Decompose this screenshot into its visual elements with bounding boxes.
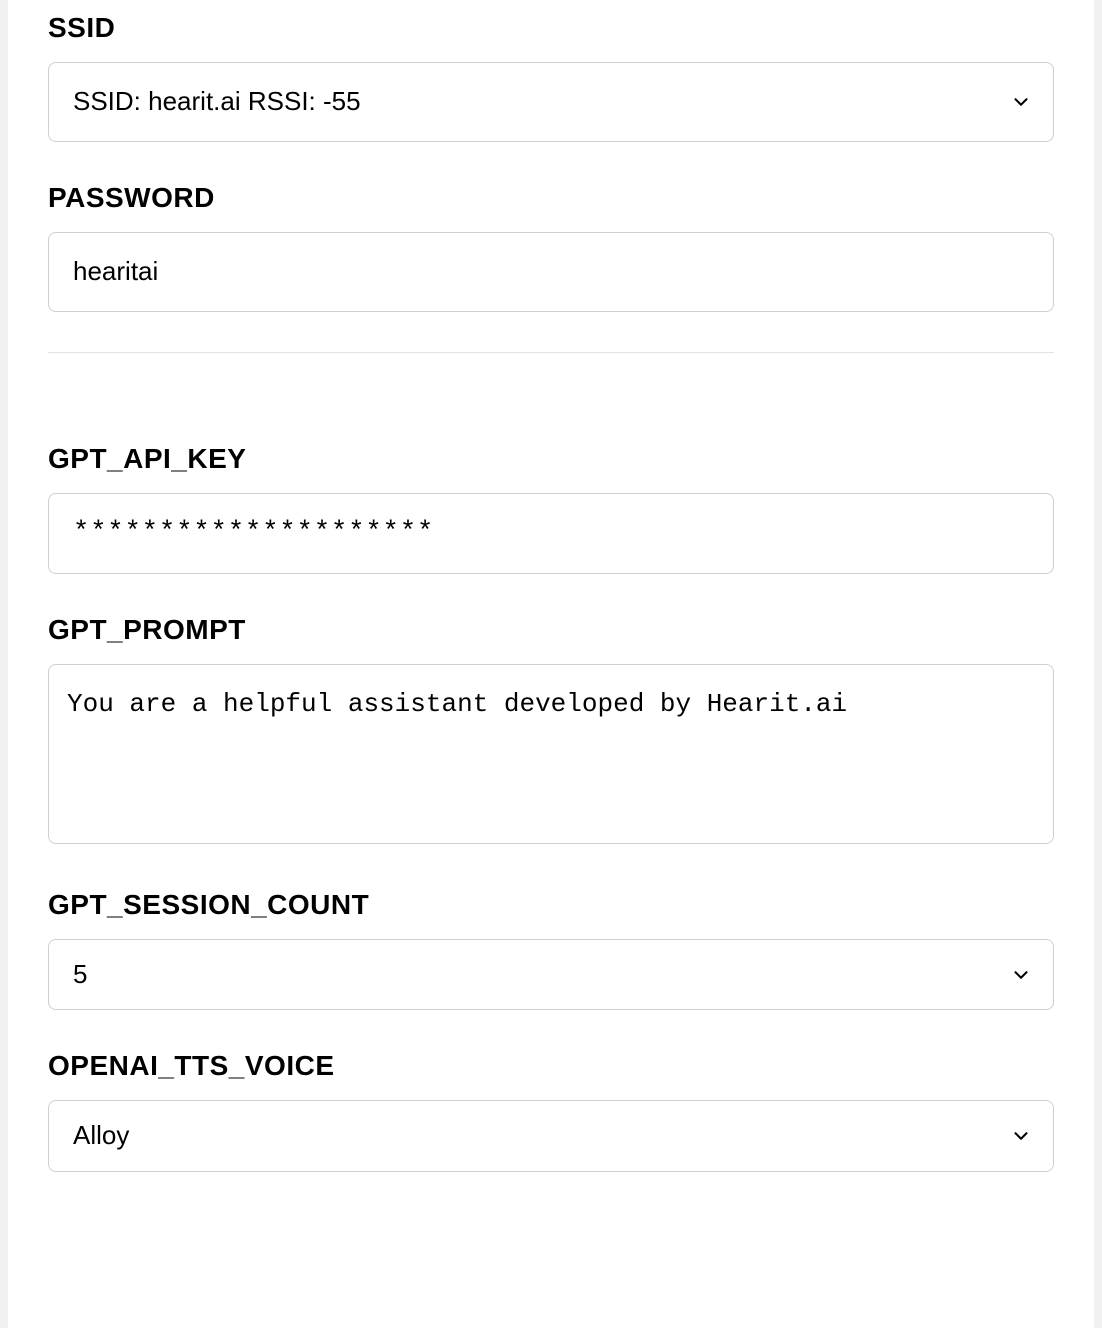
gpt-prompt-group: GPT_PROMPT: [48, 614, 1054, 849]
gpt-prompt-textarea[interactable]: [48, 664, 1054, 844]
openai-tts-voice-value: Alloy: [48, 1100, 1054, 1172]
settings-form: SSID SSID: hearit.ai RSSI: -55 PASSWORD …: [8, 0, 1094, 1328]
openai-tts-voice-select[interactable]: Alloy: [48, 1100, 1054, 1172]
password-group: PASSWORD: [48, 182, 1054, 312]
gpt-session-count-value: 5: [48, 939, 1054, 1011]
gpt-session-count-group: GPT_SESSION_COUNT 5: [48, 889, 1054, 1011]
openai-tts-voice-label: OPENAI_TTS_VOICE: [48, 1050, 1054, 1082]
openai-tts-voice-group: OPENAI_TTS_VOICE Alloy: [48, 1050, 1054, 1172]
password-input[interactable]: [48, 232, 1054, 312]
gpt-prompt-label: GPT_PROMPT: [48, 614, 1054, 646]
ssid-selected-value: SSID: hearit.ai RSSI: -55: [48, 62, 1054, 142]
gpt-session-count-select[interactable]: 5: [48, 939, 1054, 1011]
ssid-label: SSID: [48, 12, 1054, 44]
gpt-api-key-group: GPT_API_KEY: [48, 443, 1054, 574]
gpt-api-key-label: GPT_API_KEY: [48, 443, 1054, 475]
section-divider: [48, 352, 1054, 353]
password-label: PASSWORD: [48, 182, 1054, 214]
ssid-group: SSID SSID: hearit.ai RSSI: -55: [48, 12, 1054, 142]
gpt-api-key-input[interactable]: [48, 493, 1054, 574]
gpt-session-count-label: GPT_SESSION_COUNT: [48, 889, 1054, 921]
ssid-select[interactable]: SSID: hearit.ai RSSI: -55: [48, 62, 1054, 142]
